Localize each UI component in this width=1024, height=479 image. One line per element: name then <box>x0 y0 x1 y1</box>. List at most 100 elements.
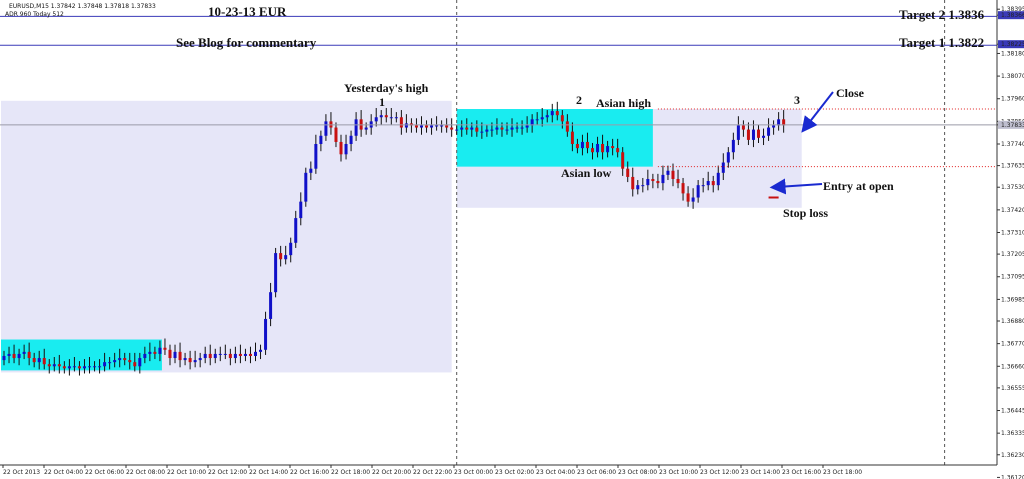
candle-bull <box>324 121 328 136</box>
candle-bull <box>148 351 152 354</box>
candle-bull <box>284 255 288 260</box>
candle-bull <box>394 117 398 119</box>
candle-bear <box>62 366 66 369</box>
price-tick-label: 1.38225 <box>1001 41 1024 48</box>
candle-bull <box>389 117 393 119</box>
target1-label: Target 1 1.3822 <box>899 35 984 50</box>
candle-bull <box>535 119 539 121</box>
candle-bull <box>716 172 720 186</box>
candle-bull <box>299 201 303 219</box>
candle-bull <box>138 358 142 367</box>
candle-bear <box>414 125 418 128</box>
candle-bull <box>580 141 584 149</box>
candle-bull <box>435 125 439 127</box>
candle-bear <box>128 360 132 363</box>
candle-bull <box>419 125 423 128</box>
candle-bull <box>37 358 41 363</box>
price-tick-label: 1.37530 <box>1001 184 1024 191</box>
time-tick-label: 23 Oct 10:00 <box>659 469 698 476</box>
candle-bull <box>520 127 524 129</box>
price-tick-label: 1.37205 <box>1001 251 1024 258</box>
price-tick-label: 1.37310 <box>1001 230 1024 237</box>
candle-bear <box>676 178 680 184</box>
candle-bear <box>585 141 589 149</box>
candle-bull <box>103 362 107 367</box>
candle-bull <box>88 366 92 368</box>
candle-bull <box>67 366 71 369</box>
candle-bull <box>7 353 11 356</box>
candle-bull <box>203 353 207 359</box>
candle-bull <box>706 181 710 186</box>
time-tick-label: 22 Oct 2013 <box>3 469 40 476</box>
time-tick-label: 22 Oct 06:00 <box>85 469 124 476</box>
point-3-label: 3 <box>794 93 800 107</box>
time-tick-label: 23 Oct 16:00 <box>782 469 821 476</box>
candle-bear <box>746 129 750 140</box>
candle-bull <box>455 129 459 131</box>
price-tick-label: 1.38070 <box>1001 73 1024 80</box>
candle-bear <box>616 148 620 153</box>
candle-bull <box>772 125 776 128</box>
time-tick-label: 23 Oct 04:00 <box>536 469 575 476</box>
candle-bull <box>218 353 222 355</box>
candle-bull <box>158 347 162 354</box>
candle-bear <box>339 141 343 155</box>
price-tick-label: 1.38366 <box>1001 12 1024 19</box>
blog-note: See Blog for commentary <box>176 35 317 50</box>
time-tick-label: 22 Oct 08:00 <box>126 469 165 476</box>
asian-high-label: Asian high <box>596 96 651 110</box>
entry-label: Entry at open <box>823 179 894 193</box>
candle-bear <box>384 115 388 118</box>
candle-bull <box>379 115 383 118</box>
asian-low-label: Asian low <box>561 166 612 180</box>
candle-bull <box>22 351 26 354</box>
candle-bull <box>666 170 670 175</box>
candle-bear <box>570 131 574 145</box>
candlestick-chart: 1.38395 1.38366 1.38225 1.38180 1.38070 1.379… <box>0 0 1024 479</box>
candle-bear <box>123 358 127 361</box>
price-tick-label: 1.36555 <box>1001 385 1024 392</box>
candle-bull <box>223 353 227 355</box>
candle-bull <box>430 125 434 128</box>
candle-bull <box>691 197 695 202</box>
candle-bull <box>736 125 740 140</box>
candle-bear <box>133 362 137 367</box>
time-tick-label: 22 Oct 10:00 <box>167 469 206 476</box>
candle-bull <box>289 242 293 256</box>
time-tick-label: 22 Oct 04:00 <box>44 469 83 476</box>
candle-bull <box>545 115 549 118</box>
time-tick-label: 22 Oct 18:00 <box>331 469 370 476</box>
chart-canvas: 1.383951.383661.382251.381801.380701.379… <box>0 0 1024 479</box>
candle-bull <box>701 185 705 187</box>
candle-bull <box>661 174 665 184</box>
price-tick-label: 1.36445 <box>1001 408 1024 415</box>
candle-bear <box>188 358 192 363</box>
candle-bull <box>510 127 514 130</box>
candle-bull <box>269 292 273 319</box>
candle-bear <box>711 181 715 186</box>
candle-bull <box>364 127 368 130</box>
candle-bear <box>42 358 46 365</box>
candle-bull <box>495 127 499 130</box>
close-arrow <box>801 91 834 133</box>
candle-bull <box>404 123 408 128</box>
candle-bear <box>611 146 615 149</box>
price-tick-label: 1.37635 <box>1001 163 1024 170</box>
candle-bull <box>721 162 725 173</box>
candle-bear <box>228 353 232 359</box>
candle-bear <box>238 353 242 356</box>
price-tick-label: 1.36120 <box>1001 474 1024 479</box>
candle-bear <box>560 115 564 122</box>
point-1-label: 1 <box>379 95 385 109</box>
candle-bear <box>57 364 61 367</box>
price-tick-label: 1.36660 <box>1001 363 1024 370</box>
candle-bull <box>751 129 755 140</box>
candle-bear <box>656 181 660 184</box>
time-tick-label: 22 Oct 20:00 <box>372 469 411 476</box>
candle-bull <box>243 353 247 356</box>
candle-bear <box>681 183 685 194</box>
candle-bull <box>319 135 323 145</box>
candle-bull <box>726 152 730 163</box>
candle-bull <box>515 127 519 129</box>
candle-bear <box>651 178 655 182</box>
